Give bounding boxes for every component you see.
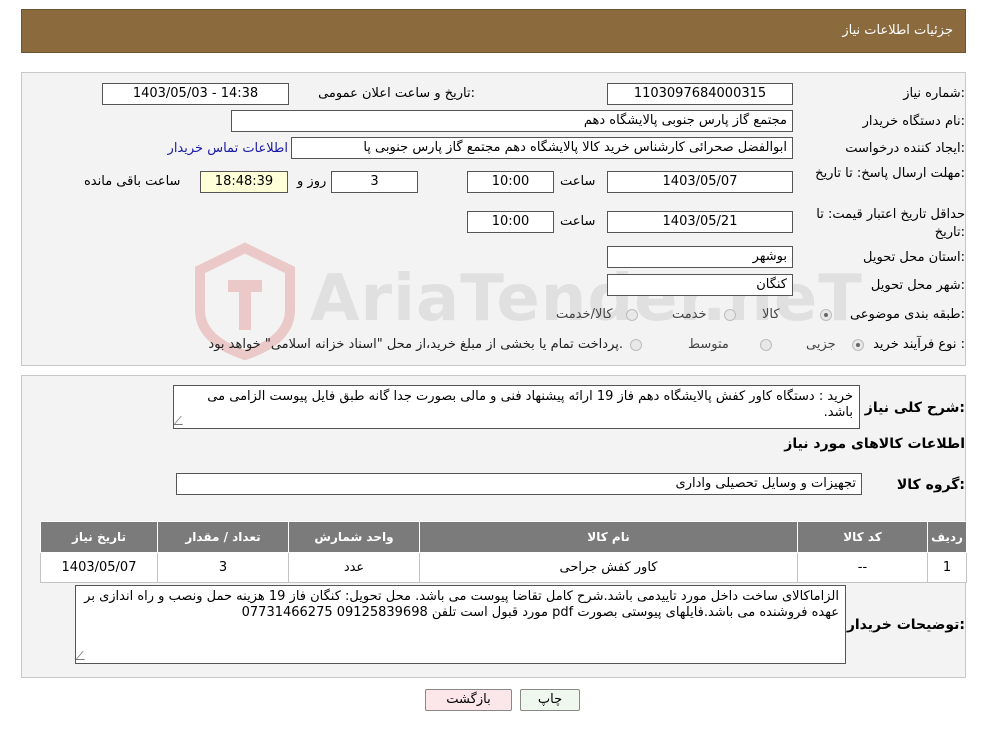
need-number-label: شماره نیاز:: [903, 86, 965, 101]
goods-group-field[interactable]: تجهیزات و وسایل تحصیلی واداری: [176, 473, 862, 495]
creator-field[interactable]: ابوالفضل صحرائی کارشناس خرید کالا پالایش…: [291, 137, 793, 159]
category-option-goods-service: کالا/خدمت: [556, 307, 613, 322]
cell-code: --: [797, 552, 928, 583]
goods-info-title: اطلاعات کالاهای مورد نیاز: [784, 436, 965, 452]
goods-table: ردیف کد کالا نام کالا واحد شمارش تعداد /…: [40, 521, 967, 583]
col-header-code: کد کالا: [797, 521, 928, 553]
process-label: نوع فرآیند خرید :: [873, 337, 965, 352]
need-number-field[interactable]: 1103097684000315: [607, 83, 793, 105]
page-header: جزئیات اطلاعات نیاز: [21, 9, 966, 53]
cell-quantity: 3: [157, 552, 289, 583]
announce-date-field[interactable]: 1403/05/03 - 14:38: [102, 83, 289, 105]
buyer-org-field[interactable]: مجتمع گاز پارس جنوبی پالایشگاه دهم: [231, 110, 793, 132]
category-radio-goods[interactable]: [820, 309, 832, 321]
reply-time-field[interactable]: 10:00: [467, 171, 554, 193]
buyer-org-label: نام دستگاه خریدار:: [862, 114, 965, 129]
treasury-checkbox[interactable]: [630, 339, 642, 351]
print-button[interactable]: چاپ: [520, 689, 580, 711]
summary-label: شرح کلی نیاز:: [864, 400, 965, 416]
city-field[interactable]: کنگان: [607, 274, 793, 296]
back-button[interactable]: بازگشت: [425, 689, 512, 711]
remaining-time-label: ساعت باقی مانده: [84, 174, 181, 189]
province-field[interactable]: بوشهر: [607, 246, 793, 268]
table-row: 1 -- کاور کفش جراحی عدد 3 1403/05/07: [40, 552, 967, 583]
col-header-row-number: ردیف: [927, 521, 967, 553]
col-header-unit: واحد شمارش: [288, 521, 420, 553]
reply-time-label: ساعت: [560, 174, 596, 189]
city-label: شهر محل تحویل:: [870, 278, 965, 293]
buyer-notes-label: توضیحات خریدار:: [846, 617, 965, 633]
summary-text: خرید : دستگاه کاور کفش پالایشگاه دهم فاز…: [207, 389, 853, 420]
table-header-row: ردیف کد کالا نام کالا واحد شمارش تعداد /…: [40, 521, 967, 553]
category-radio-goods-service[interactable]: [626, 309, 638, 321]
cell-date: 1403/05/07: [40, 552, 158, 583]
cell-unit: عدد: [288, 552, 420, 583]
page-title: جزئیات اطلاعات نیاز: [842, 23, 953, 38]
reply-date-field[interactable]: 1403/05/07: [607, 171, 793, 193]
reply-deadline-label: مهلت ارسال پاسخ: تا تاریخ:: [815, 166, 965, 181]
announce-date-label: تاریخ و ساعت اعلان عمومی:: [318, 86, 475, 101]
price-date-field[interactable]: 1403/05/21: [607, 211, 793, 233]
buyer-notes-text: الزاماکالای ساخت داخل مورد تاییدمی باشد.…: [84, 589, 839, 620]
process-radio-medium[interactable]: [760, 339, 772, 351]
col-header-name: نام کالا: [419, 521, 798, 553]
col-header-quantity: تعداد / مقدار: [157, 521, 289, 553]
cell-row-number: 1: [927, 552, 967, 583]
creator-label: ایجاد کننده درخواست:: [845, 141, 965, 156]
price-time-field[interactable]: 10:00: [467, 211, 554, 233]
buyer-contact-link[interactable]: اطلاعات تماس خریدار: [168, 141, 288, 156]
process-option-minor: جزیی: [806, 337, 836, 352]
buyer-notes-textarea[interactable]: الزاماکالای ساخت داخل مورد تاییدمی باشد.…: [75, 585, 846, 664]
price-time-label: ساعت: [560, 214, 596, 229]
days-field[interactable]: 3: [331, 171, 418, 193]
category-label: طبقه بندی موضوعی:: [849, 307, 965, 322]
col-header-date: تاریخ نیاز: [40, 521, 158, 553]
price-validity-label: حداقل تاریخ اعتبار قیمت: تا تاریخ:: [816, 207, 965, 240]
summary-textarea[interactable]: خرید : دستگاه کاور کفش پالایشگاه دهم فاز…: [173, 385, 860, 429]
treasury-note: پرداخت تمام یا بخشی از مبلغ خرید،از محل …: [208, 337, 623, 352]
process-option-medium: متوسط: [688, 337, 729, 352]
resize-handle-icon[interactable]: [76, 651, 92, 660]
cell-name: کاور کفش جراحی: [419, 552, 798, 583]
process-radio-minor[interactable]: [852, 339, 864, 351]
category-radio-service[interactable]: [724, 309, 736, 321]
category-option-service: خدمت: [672, 307, 707, 322]
goods-group-label: گروه کالا:: [896, 477, 965, 493]
province-label: استان محل تحویل:: [863, 250, 965, 265]
remaining-time-field: 18:48:39: [200, 171, 288, 193]
category-option-goods: کالا: [762, 307, 780, 322]
days-label: روز و: [297, 174, 327, 189]
resize-handle-icon[interactable]: [174, 416, 190, 425]
